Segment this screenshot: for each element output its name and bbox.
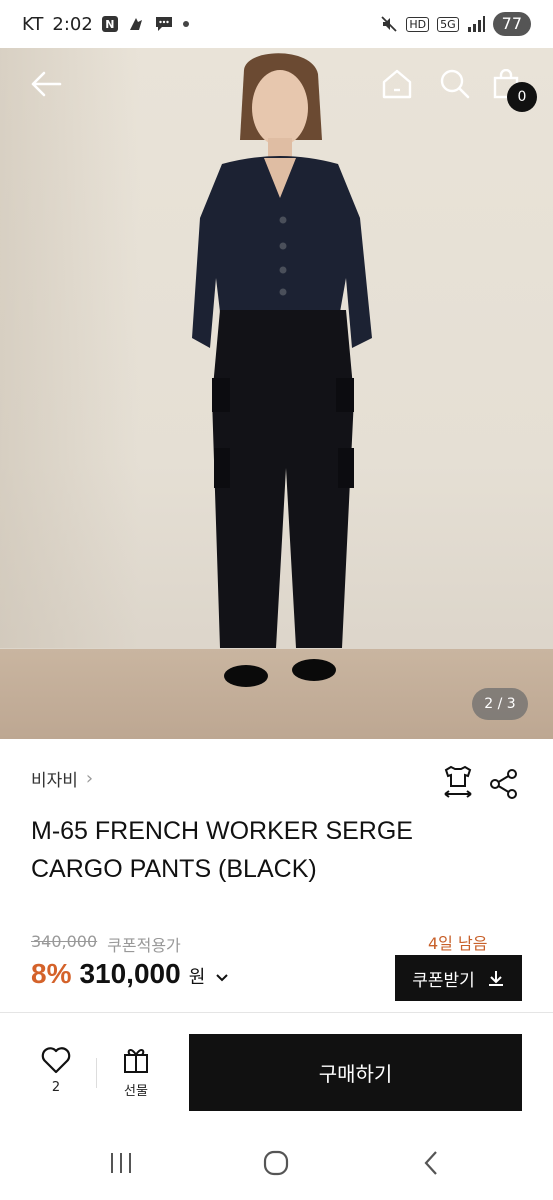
back-button[interactable] [28, 66, 64, 102]
product-title: M-65 FRENCH WORKER SERGE CARGO PANTS (BL… [31, 817, 413, 883]
brand-name: 비자비 [31, 771, 78, 791]
hd-indicator: HD [406, 16, 430, 32]
product-image-carousel[interactable] [0, 48, 553, 739]
share-icon [490, 769, 517, 799]
coupon-button-label: 쿠폰받기 [412, 970, 475, 991]
home-button[interactable] [380, 66, 414, 102]
price-row[interactable]: 8% 310,000 원 [31, 958, 229, 990]
home-icon [382, 69, 412, 99]
signal-icon [467, 16, 485, 32]
search-icon [440, 69, 470, 99]
image-page-counter: 2 / 3 [472, 688, 528, 720]
chevron-down-icon [216, 974, 228, 982]
status-bar: KT 2:02 N HD 5G 77 [0, 0, 553, 48]
system-navigation-bar [0, 1130, 553, 1200]
status-time: 2:02 [52, 13, 93, 35]
heart-icon [41, 1047, 71, 1074]
brand-link[interactable]: 비자비 › [31, 766, 93, 791]
cart-count-badge: 0 [507, 82, 537, 112]
mute-icon [381, 16, 397, 32]
back-system-button[interactable] [416, 1148, 446, 1178]
app-notification-icon [129, 18, 142, 30]
gift-icon [124, 1049, 148, 1073]
like-button[interactable]: 2 [34, 1046, 78, 1106]
home-circle-icon [263, 1150, 289, 1176]
network-indicator: 5G [437, 16, 459, 32]
search-button[interactable] [438, 66, 472, 102]
share-button[interactable] [488, 768, 520, 800]
product-photo-model [192, 53, 372, 687]
like-count: 2 [51, 1080, 61, 1095]
arrow-left-icon [31, 71, 62, 97]
chat-notification-icon [155, 17, 172, 31]
naver-notification-icon: N [101, 16, 118, 32]
action-divider [96, 1058, 97, 1088]
recent-apps-button[interactable] [104, 1148, 138, 1178]
original-price: 340,000 [31, 932, 98, 951]
gift-button[interactable]: 선물 [112, 1046, 160, 1106]
chevron-left-icon [424, 1151, 437, 1175]
home-system-button[interactable] [258, 1148, 294, 1178]
battery-indicator: 77 [492, 12, 531, 36]
section-divider [0, 1012, 553, 1013]
size-guide-button[interactable] [440, 764, 476, 800]
size-guide-icon [444, 765, 472, 798]
coupon-price-label: 쿠폰적용가 [107, 936, 181, 955]
coupon-download-button[interactable]: 쿠폰받기 [395, 955, 522, 1001]
original-price-row: 340,000 쿠폰적용가 [31, 932, 181, 956]
buy-button[interactable]: 구매하기 [189, 1034, 522, 1111]
more-notifications-icon [182, 21, 189, 27]
sale-price: 310,000 [79, 958, 181, 989]
chevron-right-icon: › [85, 768, 94, 789]
coupon-days-left: 4일 남음 [428, 934, 488, 953]
gift-label: 선물 [124, 1084, 148, 1099]
recent-apps-icon [111, 1153, 131, 1173]
download-icon [488, 971, 503, 986]
currency-unit: 원 [188, 967, 206, 988]
carrier-label: KT [22, 13, 44, 35]
discount-rate: 8% [31, 958, 72, 989]
